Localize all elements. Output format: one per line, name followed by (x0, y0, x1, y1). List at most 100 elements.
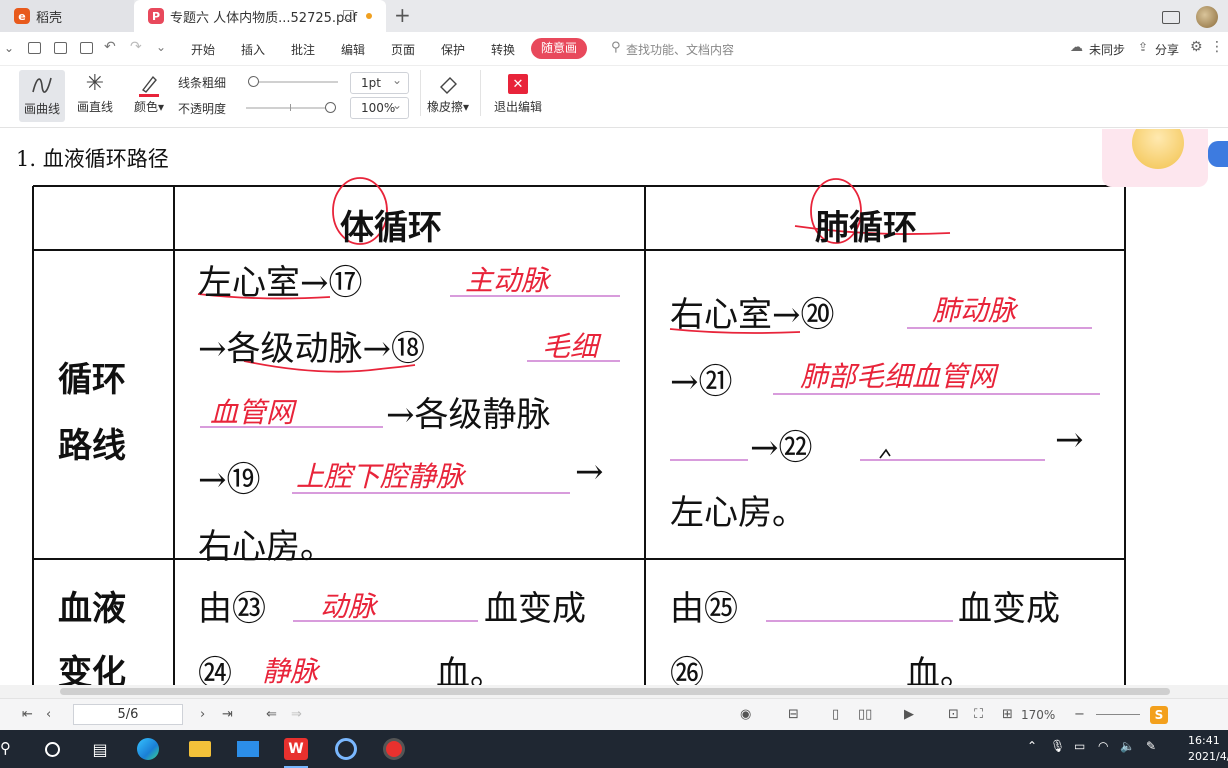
gear-icon[interactable]: ⚙ (1190, 39, 1203, 55)
handwritten-answer-19: 上腔下腔静脉 (296, 460, 465, 493)
scrollbar-thumb[interactable] (60, 688, 1170, 695)
zoom-select-icon[interactable]: ⊞ (1002, 707, 1013, 722)
print-icon[interactable] (80, 42, 93, 54)
eraser-button[interactable]: 橡皮擦▾ (424, 70, 472, 122)
eraser-icon (440, 77, 457, 94)
mail-icon[interactable] (224, 730, 272, 768)
menu-annotate[interactable]: 批注 (291, 41, 315, 58)
system-clock[interactable]: 16:41 2021/4/2 (1188, 733, 1228, 765)
draw-curve-button[interactable]: 画曲线 (19, 70, 65, 122)
share-button[interactable]: 分享 (1155, 41, 1179, 58)
back-icon[interactable]: ⇐ (266, 707, 277, 722)
volume-icon[interactable]: 🔈 (1120, 739, 1135, 753)
row-label-blood-2: 变化 (58, 653, 126, 685)
actual-size-icon[interactable]: ⊡ (948, 707, 959, 722)
fit-page-icon[interactable]: ⛶ (974, 707, 983, 722)
sys-blood-line2-end: 血。 (436, 654, 504, 685)
exit-edit-button[interactable]: ✕ 退出编辑 (490, 70, 546, 122)
tab-bar: e 稻壳 P 专题六 人体内物质...52725.pdf + (0, 0, 1228, 32)
open-icon[interactable] (28, 42, 41, 54)
menu-bar: ⌄ ↶ ↷ ⌄ 开始 插入 批注 编辑 页面 保护 转换 随意画 ⚲ 查找功能、… (0, 32, 1228, 66)
pul-route-line1: 右心室→⑳ (670, 295, 835, 335)
battery-icon[interactable]: ▭ (1074, 739, 1085, 753)
zoom-slider[interactable] (1096, 714, 1140, 715)
next-page-icon[interactable]: › (200, 707, 205, 722)
cloud-icon: ☁ (1070, 40, 1083, 55)
sys-blood-line1-end: 血变成 (484, 589, 586, 629)
menu-convert[interactable]: 转换 (491, 41, 515, 58)
menu-edit[interactable]: 编辑 (341, 41, 365, 58)
zoom-level[interactable]: 170% (1021, 708, 1055, 722)
side-panel-toggle[interactable] (1208, 141, 1228, 167)
line-icon: ✳ (85, 71, 105, 96)
sync-status[interactable]: 未同步 (1089, 41, 1125, 58)
menu-page[interactable]: 页面 (391, 41, 415, 58)
menu-insert[interactable]: 插入 (241, 41, 265, 58)
zoom-out-icon[interactable]: − (1074, 707, 1085, 722)
color-label: 颜色▾ (133, 100, 165, 114)
file-explorer-icon[interactable] (176, 730, 224, 768)
widgets-icon[interactable]: ▤ (76, 730, 124, 768)
task-view-icon[interactable] (28, 730, 76, 768)
search-input[interactable]: 查找功能、文档内容 (626, 41, 734, 58)
eye-icon[interactable]: ◉ (740, 707, 751, 722)
input-method-icon[interactable]: S (1150, 706, 1168, 724)
mascot-widget[interactable] (1102, 129, 1208, 187)
row-label-blood-1: 血液 (58, 589, 126, 629)
slider-knob[interactable] (325, 102, 336, 113)
edge-icon[interactable] (124, 730, 172, 768)
pen-icon[interactable]: ✎ (1146, 739, 1156, 753)
more-options-icon[interactable]: ⋮ (1210, 39, 1224, 55)
search-icon: ⚲ (611, 40, 621, 55)
tab-pdf[interactable]: P 专题六 人体内物质...52725.pdf (134, 0, 386, 32)
prev-page-icon[interactable]: ‹ (46, 707, 51, 722)
mic-icon[interactable]: 🎙 (1050, 739, 1065, 753)
recorder-icon[interactable] (370, 730, 418, 768)
sys-route-line2: →各级动脉→⑱ (198, 329, 425, 369)
first-page-icon[interactable]: ⇤ (22, 707, 33, 722)
slider-knob[interactable] (248, 76, 259, 87)
line-width-slider[interactable] (248, 76, 338, 87)
wps-icon[interactable]: W (272, 730, 320, 768)
horizontal-scrollbar[interactable] (0, 685, 1228, 698)
save-icon[interactable] (54, 42, 67, 54)
window-icon[interactable] (343, 10, 354, 20)
color-button[interactable]: 颜色▾ (128, 70, 170, 122)
os-taskbar: ⚲ ▤ W ⌃ 🎙 ▭ ◠ 🔈 ✎ 16:41 2021/4/2 (0, 730, 1228, 768)
opacity-slider[interactable] (246, 102, 336, 113)
sidebar-toggle-icon[interactable] (1162, 10, 1180, 24)
menu-collapse-icon[interactable]: ⌄ (4, 41, 14, 55)
handwritten-answer-18b: 血管网 (210, 396, 295, 429)
sys-route-line3: →各级静脉 (386, 395, 551, 435)
chevron-up-icon[interactable]: ⌃ (1027, 739, 1037, 753)
daoke-logo-icon: e (14, 8, 30, 24)
sys-route-line1: 左心室→⑰ (198, 263, 363, 303)
app-icon[interactable] (322, 730, 370, 768)
tab-daoke[interactable]: e 稻壳 (0, 0, 134, 32)
single-page-icon[interactable]: ▯ (832, 707, 839, 722)
more-icon[interactable]: ⌄ (156, 40, 166, 54)
search-icon[interactable]: ⚲ (0, 739, 11, 757)
forward-icon[interactable]: ⇒ (291, 707, 302, 722)
new-tab-icon[interactable]: + (394, 3, 411, 27)
menu-protect[interactable]: 保护 (441, 41, 465, 58)
undo-icon[interactable]: ↶ (104, 39, 116, 55)
draw-line-button[interactable]: ✳ 画直线 (72, 70, 118, 122)
wifi-icon[interactable]: ◠ (1098, 739, 1108, 753)
double-page-icon[interactable]: ▯▯ (858, 707, 872, 722)
pul-blood-line2: ㉖ (670, 654, 704, 685)
line-width-select[interactable]: 1pt (350, 70, 409, 94)
play-icon[interactable]: ▶ (904, 707, 914, 722)
page-number-input[interactable]: 5/6 (73, 704, 183, 725)
avatar[interactable] (1196, 6, 1218, 28)
last-page-icon[interactable]: ⇥ (222, 707, 233, 722)
ribbon-toolbar: 画曲线 ✳ 画直线 颜色▾ 线条粗细 不透明度 1pt 100% 橡皮擦▾ ✕ … (0, 66, 1228, 128)
sys-route-line4: →⑲ (198, 460, 261, 500)
redo-icon[interactable]: ↷ (130, 39, 142, 55)
menu-freehand[interactable]: 随意画 (531, 38, 587, 59)
fit-width-icon[interactable]: ⊟ (788, 707, 799, 722)
draw-curve-label: 画曲线 (23, 102, 60, 116)
opacity-select[interactable]: 100% (350, 95, 409, 119)
pul-blood-line1-end: 血变成 (958, 589, 1060, 629)
menu-start[interactable]: 开始 (191, 41, 215, 58)
